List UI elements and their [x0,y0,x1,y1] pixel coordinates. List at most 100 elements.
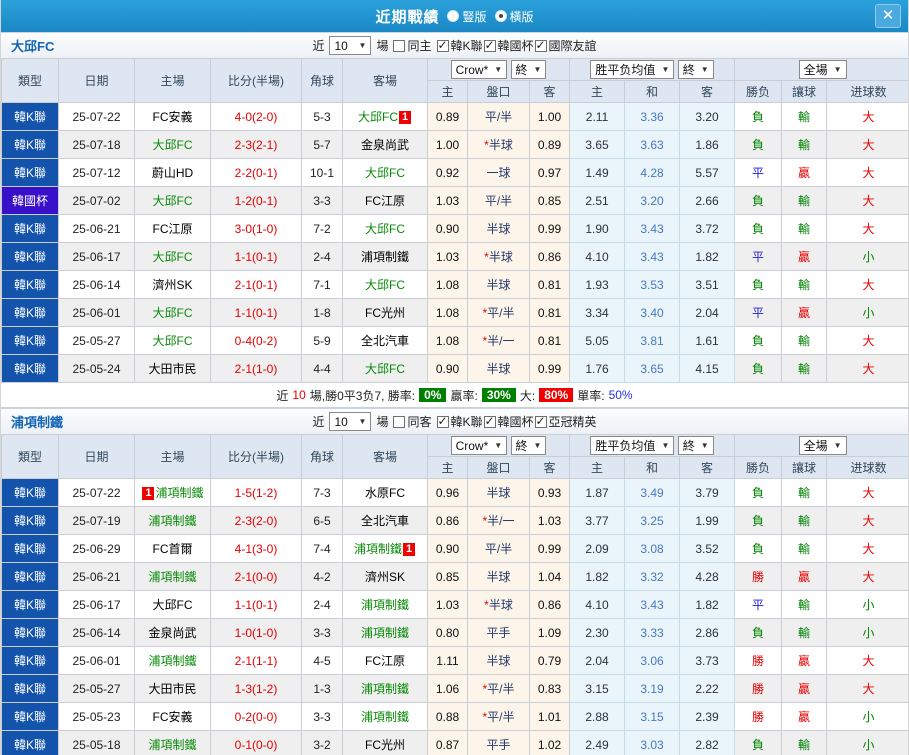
team-label: 浦項制鐵 [360,250,409,264]
subcol-avg-away: 客 [679,456,736,479]
odds-final-select[interactable]: 終 ▼ [510,435,547,455]
handicap-result-cell: 贏 [781,298,828,327]
team-label: FC光州 [365,738,405,752]
home-odds-cell: 0.88 [427,702,468,731]
summary-count: 10 [292,388,306,402]
team-label: 浦項制鐵 [360,682,409,696]
team-label: FC安義 [152,110,193,124]
league-filter-checkbox[interactable]: 韓K聯 [436,37,483,54]
goals-result-cell: 大 [826,478,908,507]
subcol-wdl: 勝负 [734,80,783,103]
corner-cell: 5-7 [301,130,343,159]
team-label: 浦項制鐵 [148,738,197,752]
handicap-result-cell: 輸 [781,326,828,355]
odds-final-value: 終 [515,438,528,453]
match-row: 韓K聯 25-06-21 浦項制鐵 2-1(0-0) 4-2 濟州SK 0.85… [1,562,908,591]
avg-source-select[interactable]: 胜平负均值 ▼ [590,60,675,79]
goals-result-cell: 大 [826,674,908,703]
same-venue-checkbox[interactable]: 同客 [393,413,432,430]
scope-select[interactable]: 全場 ▼ [798,60,847,79]
league-filter-checkbox[interactable]: 亞冠精英 [534,413,597,430]
match-row: 韓K聯 25-05-24 大田市民 2-1(1-0) 4-4 大邱FC 0.90… [1,354,908,383]
half-time-score: (0-0) [252,737,278,752]
chevron-down-icon: ▼ [494,441,503,451]
recent-count-select[interactable]: 10 ▼ [329,36,372,55]
avg-home-cell: 2.11 [569,102,626,131]
big-rate-badge: 80% [539,388,574,402]
score-cell: 2-2(0-1) [210,158,302,187]
avg-draw-cell: 3.53 [624,270,681,299]
full-time-score: 1-0 [234,625,252,640]
match-row: 韓K聯 25-05-18 浦項制鐵 0-1(0-0) 3-2 FC光州 0.87… [1,730,908,755]
avg-away-cell: 1.86 [679,130,736,159]
match-type-cell: 韓K聯 [1,270,59,299]
avg-draw-cell: 4.28 [624,158,681,187]
layout-radio-vertical[interactable]: 豎版 [447,8,487,25]
sections-container: 大邱FC 近 10▼ 場 同主 韓K聯韓國杯國際友誼 類型 [1,32,908,755]
corner-cell: 3-2 [301,730,343,755]
odds-final-select[interactable]: 終 ▼ [510,59,547,79]
avg-final-select[interactable]: 終 ▼ [677,60,714,79]
match-date-cell: 25-06-17 [58,242,135,271]
radio-icon[interactable] [494,10,507,22]
half-time-score: (1-2) [252,681,278,696]
away-team-cell: 浦項制鐵 [342,618,428,647]
away-team-cell: 金泉尚武 [342,130,428,159]
layout-radio-horizontal[interactable]: 橫版 [494,8,534,25]
result-group-header: 全場 ▼ [734,58,908,81]
wdl-result-cell: 負 [734,326,783,355]
avg-final-value: 終 [682,439,695,453]
away-team-cell: FC江原 [342,646,428,675]
full-time-score: 1-1 [234,597,252,612]
radio-label: 豎版 [462,9,487,24]
half-time-score: (1-2) [252,485,278,500]
team-label: 大邱FC [152,598,193,612]
handicap-result-cell: 輸 [781,730,828,755]
rank-badge: 1 [142,487,155,500]
chevron-down-icon: ▼ [700,441,709,450]
match-date-cell: 25-05-27 [58,674,135,703]
close-icon[interactable]: ✕ [875,4,901,28]
avg-source-value: 胜平负均值 [595,439,656,453]
league-filter-checkbox[interactable]: 韓國杯 [483,37,534,54]
scope-select[interactable]: 全場 ▼ [798,436,847,455]
half-time-score: (2-1) [252,137,278,152]
team-label: 大邱FC [152,138,193,152]
home-odds-cell: 0.87 [427,730,468,755]
avg-source-select[interactable]: 胜平负均值 ▼ [590,436,675,455]
avg-away-cell: 5.57 [679,158,736,187]
league-filter-checkbox[interactable]: 韓K聯 [436,413,483,430]
team-section: 大邱FC 近 10▼ 場 同主 韓K聯韓國杯國際友誼 類型 [1,32,908,408]
checkbox-icon [534,38,547,52]
full-time-score: 4-0 [234,109,252,124]
league-filter-checkbox[interactable]: 國際友誼 [534,37,597,54]
match-date-cell: 25-06-17 [58,590,135,619]
score-cell: 2-1(0-1) [210,270,302,299]
handicap-cell: *半球 [467,130,530,159]
away-team-cell: 大邱FC 1 [342,102,428,131]
wdl-result-cell: 負 [734,186,783,215]
home-team-cell: 大邱FC [134,590,211,619]
team-label: 浦項制鐵 [155,486,204,500]
home-odds-cell: 0.85 [427,562,468,591]
score-cell: 0-2(0-0) [210,702,302,731]
avg-final-select[interactable]: 終 ▼ [677,436,714,455]
odds-group-header: Crow* ▼ 終 ▼ [426,58,571,81]
radio-icon[interactable] [447,10,460,22]
odds-source-select[interactable]: Crow* ▼ [450,436,508,456]
avg-draw-cell: 3.03 [624,730,681,755]
match-type-cell: 韓K聯 [1,702,59,731]
games-label: 場 [376,415,389,429]
league-filter-checkbox[interactable]: 韓國杯 [483,413,534,430]
rank-badge: 1 [399,111,411,124]
team-label: 浦項制鐵 [353,542,402,556]
league-filter-label: 韓國杯 [497,39,534,53]
odds-source-select[interactable]: Crow* ▼ [450,60,508,80]
away-odds-cell: 0.99 [528,354,571,383]
same-venue-checkbox[interactable]: 同主 [393,37,432,54]
recent-count-select[interactable]: 10 ▼ [329,412,372,431]
corner-cell: 7-4 [301,534,343,563]
score-cell: 1-0(1-0) [210,618,302,647]
away-team-cell: 全北汽車 [342,326,428,355]
full-time-score: 1-1 [234,249,252,264]
